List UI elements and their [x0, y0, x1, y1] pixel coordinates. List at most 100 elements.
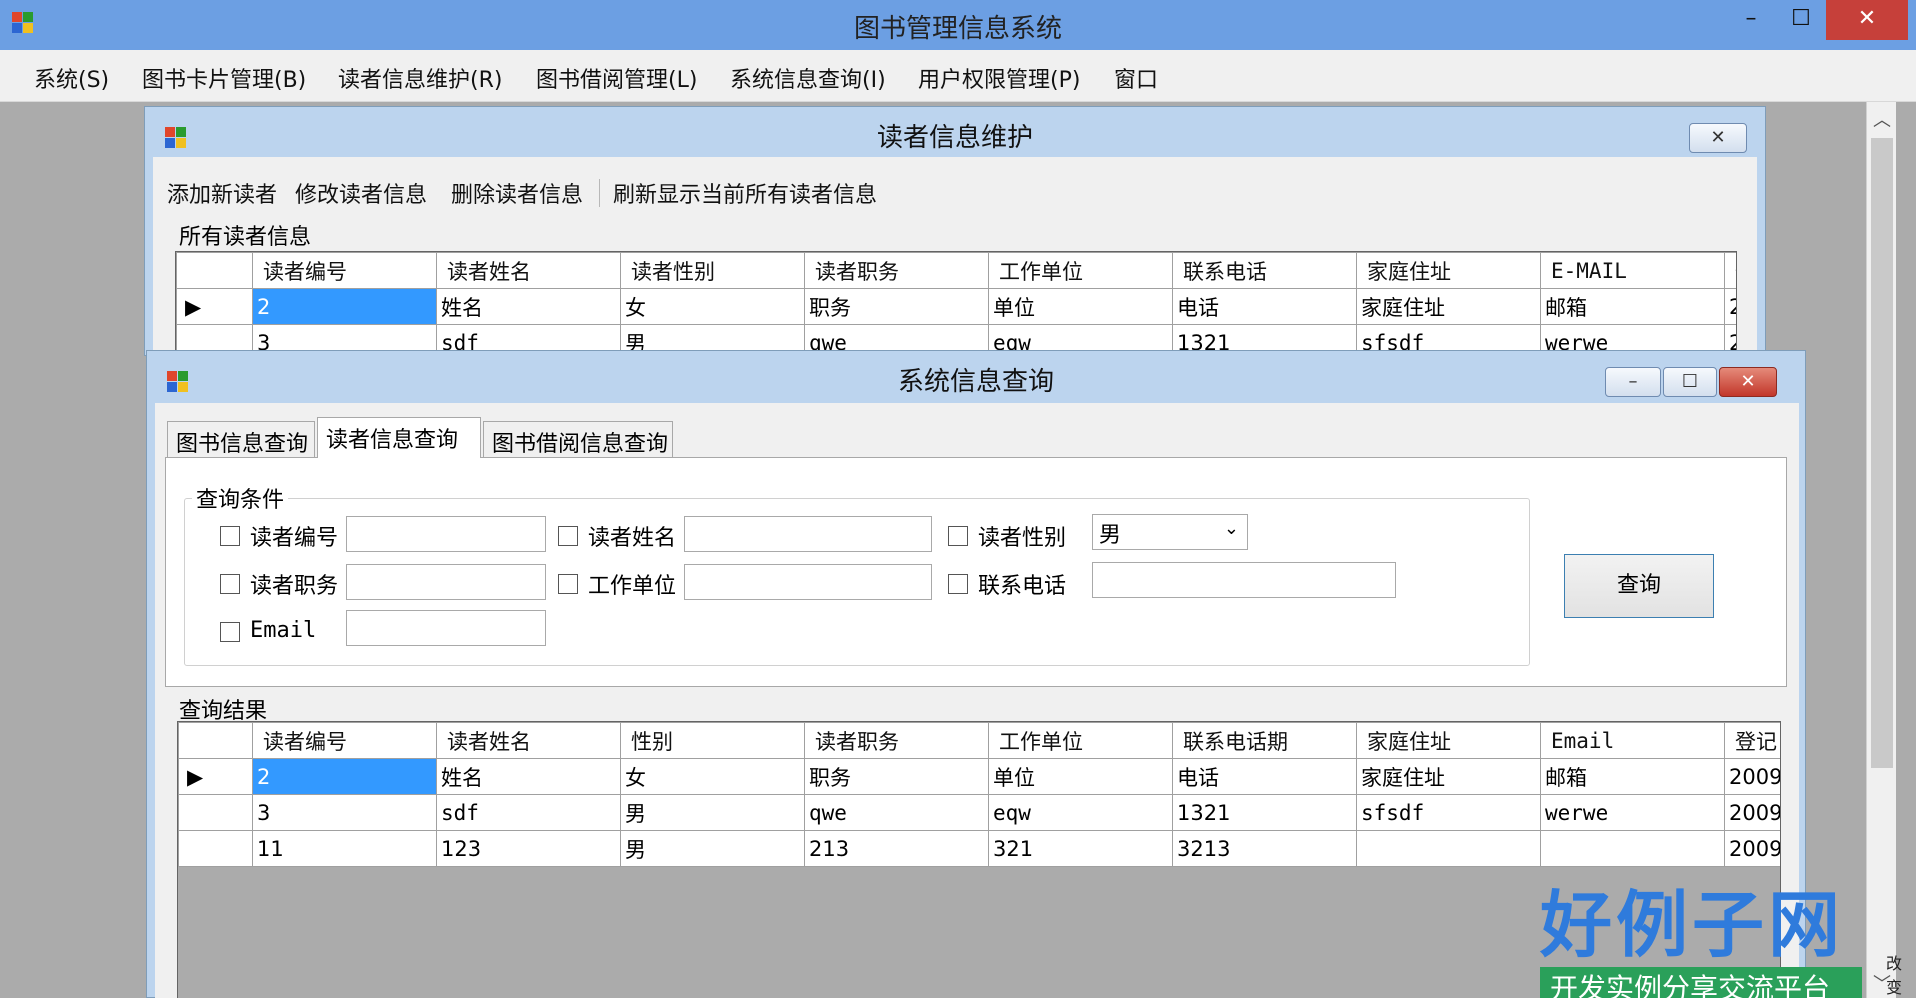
table-cell[interactable]: 2009 — [1724, 758, 1780, 795]
row-header-corner[interactable] — [178, 722, 253, 759]
query-window-minimize-button[interactable]: – — [1605, 367, 1661, 397]
chevron-down-icon[interactable]: ⌄ — [1224, 518, 1239, 539]
table-cell[interactable]: 邮箱 — [1540, 288, 1725, 325]
reader-id-checkbox[interactable] — [220, 526, 240, 546]
row-header[interactable] — [178, 794, 253, 831]
table-cell[interactable]: 邮箱 — [1540, 758, 1725, 795]
table-cell[interactable]: 职务 — [804, 758, 989, 795]
scroll-up-icon[interactable]: ︿ — [1867, 106, 1897, 132]
table-cell[interactable]: 3 — [252, 794, 437, 831]
reader-datagrid[interactable]: 读者编号 读者姓名 读者性别 读者职务 工作单位 联系电话 家庭住址 E-MAI… — [175, 251, 1737, 357]
reader-gender-checkbox[interactable] — [948, 526, 968, 546]
refresh-readers-button[interactable]: 刷新显示当前所有读者信息 — [613, 177, 877, 209]
column-header[interactable]: 读者职务 — [804, 252, 989, 289]
column-header[interactable]: 读者职务 — [804, 722, 989, 759]
table-cell[interactable]: qwe — [804, 794, 989, 831]
table-cell[interactable]: 女 — [620, 758, 805, 795]
reader-name-input[interactable] — [684, 516, 932, 552]
work-unit-checkbox[interactable] — [558, 574, 578, 594]
menu-reader-info[interactable]: 读者信息维护(R) — [338, 62, 502, 94]
column-header[interactable]: 读者姓名 — [436, 722, 621, 759]
column-header[interactable]: 性别 — [620, 722, 805, 759]
column-header[interactable]: 登记 — [1724, 722, 1780, 759]
table-cell[interactable]: 2 — [252, 288, 437, 325]
query-window-close-button[interactable]: ✕ — [1719, 367, 1777, 397]
table-cell[interactable]: sfsdf — [1356, 794, 1541, 831]
query-window-restore-button[interactable]: ☐ — [1663, 367, 1717, 397]
reader-job-input[interactable] — [346, 564, 546, 600]
work-unit-input[interactable] — [684, 564, 932, 600]
table-cell[interactable]: 电话 — [1172, 288, 1357, 325]
email-checkbox[interactable] — [220, 622, 240, 642]
tab-reader-query[interactable]: 读者信息查询 — [317, 417, 481, 458]
table-cell[interactable]: 20 — [1724, 288, 1736, 325]
column-header[interactable]: 工作单位 — [988, 252, 1173, 289]
edit-reader-button[interactable]: 修改读者信息 — [295, 177, 427, 209]
table-cell[interactable]: 男 — [620, 794, 805, 831]
table-cell[interactable]: 213 — [804, 830, 989, 867]
column-header[interactable]: 家庭住址 — [1356, 722, 1541, 759]
column-header[interactable]: Email — [1540, 722, 1725, 759]
column-header[interactable]: 联系电话期 — [1172, 722, 1357, 759]
column-header[interactable]: 读者编号 — [252, 722, 437, 759]
table-cell[interactable]: 2009 — [1724, 794, 1780, 831]
reader-id-input[interactable] — [346, 516, 546, 552]
column-header[interactable]: 家庭住址 — [1356, 252, 1541, 289]
table-cell[interactable]: 职务 — [804, 288, 989, 325]
phone-checkbox[interactable] — [948, 574, 968, 594]
maximize-button[interactable]: ☐ — [1776, 0, 1826, 40]
menu-book-card[interactable]: 图书卡片管理(B) — [142, 62, 306, 94]
reader-gender-select[interactable]: 男 ⌄ — [1092, 514, 1248, 550]
vertical-scrollbar[interactable]: ︿ ﹀ — [1866, 102, 1896, 998]
row-header-corner[interactable] — [176, 252, 253, 289]
column-header[interactable]: 工作单位 — [988, 722, 1173, 759]
reader-job-checkbox[interactable] — [220, 574, 240, 594]
table-cell[interactable]: 电话 — [1172, 758, 1357, 795]
row-header[interactable] — [178, 830, 253, 867]
table-cell[interactable]: 1321 — [1172, 794, 1357, 831]
tab-book-query[interactable]: 图书信息查询 — [167, 421, 315, 457]
table-cell[interactable]: 家庭住址 — [1356, 288, 1541, 325]
table-cell[interactable]: eqw — [988, 794, 1173, 831]
email-input[interactable] — [346, 610, 546, 646]
column-header[interactable]: 读者姓名 — [436, 252, 621, 289]
table-cell[interactable]: 单位 — [988, 758, 1173, 795]
table-row[interactable]: 11 123 男 213 321 3213 2009 — [178, 830, 1780, 867]
table-cell[interactable]: 321 — [988, 830, 1173, 867]
table-cell[interactable]: 姓名 — [436, 758, 621, 795]
column-header[interactable]: 联系电话 — [1172, 252, 1357, 289]
table-cell[interactable]: 女 — [620, 288, 805, 325]
table-cell[interactable]: 123 — [436, 830, 621, 867]
table-cell[interactable] — [1356, 830, 1541, 867]
delete-reader-button[interactable]: 删除读者信息 — [451, 177, 583, 209]
table-cell[interactable]: 11 — [252, 830, 437, 867]
table-row[interactable]: ▶ 2 姓名 女 职务 单位 电话 家庭住址 邮箱 20 — [176, 288, 1736, 325]
query-button[interactable]: 查询 — [1564, 554, 1714, 618]
reader-window-close-button[interactable]: ✕ — [1689, 123, 1747, 153]
scrollbar-thumb[interactable] — [1871, 138, 1893, 768]
menu-user-permission[interactable]: 用户权限管理(P) — [918, 62, 1080, 94]
column-header[interactable]: 读者编号 — [252, 252, 437, 289]
tab-borrow-query[interactable]: 图书借阅信息查询 — [483, 421, 673, 457]
table-cell[interactable]: 3213 — [1172, 830, 1357, 867]
column-header[interactable]: 登 — [1724, 252, 1736, 289]
table-cell[interactable]: 2 — [252, 758, 437, 795]
reader-name-checkbox[interactable] — [558, 526, 578, 546]
menu-window[interactable]: 窗口 — [1114, 62, 1158, 94]
column-header[interactable]: 读者性别 — [620, 252, 805, 289]
table-cell[interactable]: 姓名 — [436, 288, 621, 325]
table-cell[interactable]: werwe — [1540, 794, 1725, 831]
column-header[interactable]: E-MAIL — [1540, 252, 1725, 289]
minimize-button[interactable]: – — [1726, 0, 1776, 40]
menu-book-borrow[interactable]: 图书借阅管理(L) — [536, 62, 697, 94]
table-cell[interactable] — [1540, 830, 1725, 867]
table-row[interactable]: 3 sdf 男 qwe eqw 1321 sfsdf werwe 2009 — [178, 794, 1780, 831]
table-row[interactable]: ▶ 2 姓名 女 职务 单位 电话 家庭住址 邮箱 2009 — [178, 758, 1780, 795]
close-button[interactable]: ✕ — [1826, 0, 1908, 40]
add-reader-button[interactable]: 添加新读者 — [167, 177, 277, 209]
phone-input[interactable] — [1092, 562, 1396, 598]
table-cell[interactable]: 2009 — [1724, 830, 1780, 867]
table-cell[interactable]: 单位 — [988, 288, 1173, 325]
table-cell[interactable]: 家庭住址 — [1356, 758, 1541, 795]
table-cell[interactable]: 男 — [620, 830, 805, 867]
